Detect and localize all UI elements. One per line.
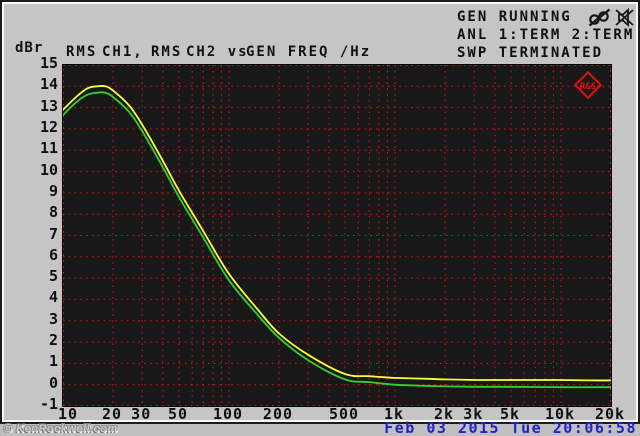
datetime-label: Feb 03 2015 Tue 20:06:58 (384, 419, 637, 436)
y-tick-label: 15 (39, 54, 58, 72)
trace-header-segment: CH2 vs (186, 44, 249, 60)
svg-text:R&S: R&S (580, 82, 596, 92)
status-generator: GEN RUNNING (457, 9, 572, 25)
y-tick-label: 14 (39, 75, 58, 94)
y-tick-label: 11 (39, 139, 58, 158)
y-tick-label: 9 (48, 181, 58, 200)
status-sweep: SWP TERMINATED (457, 45, 604, 61)
trace-header-segment: CH1, (102, 44, 144, 60)
y-tick-label: 10 (39, 160, 58, 179)
x-tick-label: 100 (212, 405, 244, 423)
y-tick-label: 13 (39, 96, 58, 115)
plot-area: R&S (62, 64, 612, 407)
y-tick-label: 12 (39, 117, 58, 136)
x-tick-label: 50 (168, 405, 189, 423)
x-tick-label: 500 (328, 405, 360, 423)
y-tick-label: 7 (48, 224, 58, 243)
y-tick-label: 4 (48, 288, 58, 307)
y-tick-label: 8 (48, 203, 58, 222)
headphones-muted-icon (588, 8, 611, 27)
y-tick-label: -1 (39, 395, 58, 413)
y-tick-label: 5 (48, 267, 58, 286)
status-analyzer: ANL 1:TERM 2:TERM (457, 27, 635, 43)
x-tick-label: 200 (262, 405, 294, 423)
y-tick-label: 2 (48, 331, 58, 350)
analyzer-screenshot: dBr RMS CH1, RMS CH2 vs GEN FREQ /Hz GEN RUN… (0, 0, 640, 436)
x-tick-label: 20 (101, 405, 122, 423)
speaker-muted-icon (615, 8, 634, 27)
y-tick-label: 6 (48, 245, 58, 264)
trace-header-segment: GEN FREQ /Hz (246, 44, 372, 60)
ch2-trace (63, 91, 611, 389)
y-tick-label: 3 (48, 309, 58, 328)
x-tick-label: 10 (57, 405, 79, 423)
status-icons (588, 8, 635, 27)
trace-header-segment: RMS (66, 44, 98, 60)
rohde-schwarz-logo-icon: R&S (573, 70, 603, 100)
ch1-trace (63, 85, 611, 382)
plot-grid-and-curves (63, 65, 611, 406)
x-tick-label: 30 (131, 405, 152, 423)
watermark-label: © KenRockwell.com (4, 423, 118, 435)
trace-header-segment: RMS (151, 44, 183, 60)
analyzer-screen: dBr RMS CH1, RMS CH2 vs GEN FREQ /Hz GEN RUN… (0, 0, 640, 424)
y-tick-label: 0 (48, 373, 58, 392)
y-tick-label: 1 (48, 352, 58, 371)
